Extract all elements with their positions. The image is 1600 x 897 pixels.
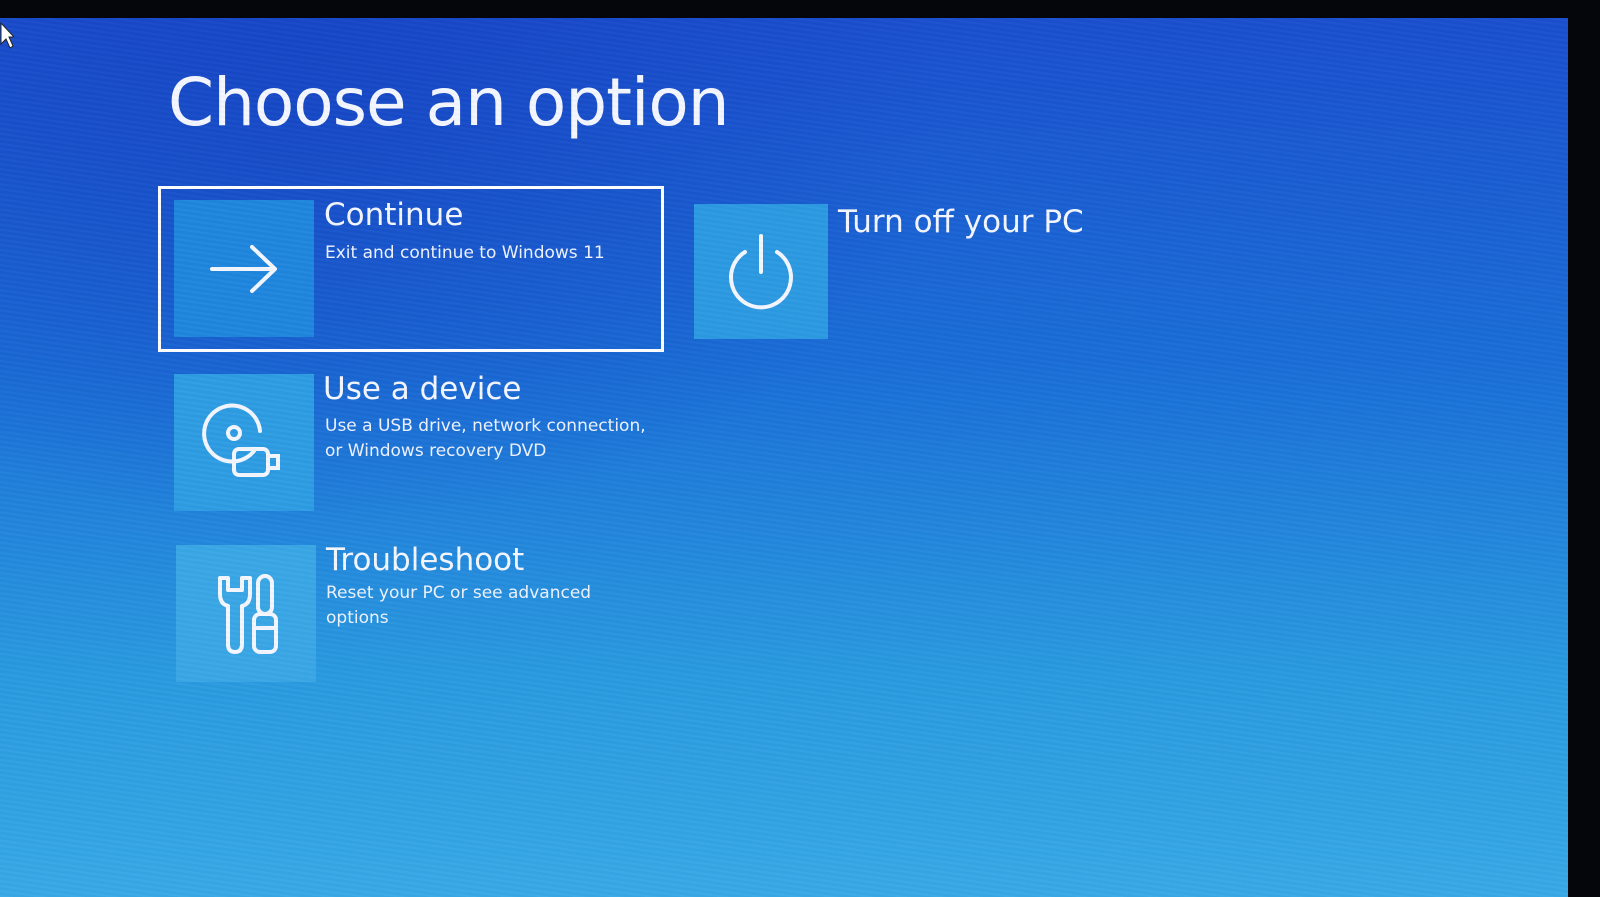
troubleshoot-tile	[176, 545, 316, 682]
use-device-description: Use a USB drive, network connection, or …	[325, 416, 646, 461]
continue-option[interactable]: Continue Exit and continue to Windows 11	[158, 186, 664, 352]
use-device-option[interactable]: Use a device Use a USB drive, network co…	[174, 371, 674, 511]
tools-icon	[218, 573, 278, 654]
continue-tile	[174, 200, 314, 337]
troubleshoot-title: Troubleshoot	[326, 542, 525, 578]
use-device-tile	[174, 374, 314, 511]
recovery-screen: Choose an option Continue Exit and conti…	[0, 18, 1568, 897]
continue-title: Continue	[324, 197, 464, 233]
power-icon	[729, 233, 793, 309]
usb-disc-icon	[202, 403, 280, 477]
troubleshoot-description: Reset your PC or see advanced options	[326, 583, 592, 628]
arrow-right-icon	[210, 244, 277, 293]
troubleshoot-option[interactable]: Troubleshoot Reset your PC or see advanc…	[176, 542, 676, 682]
turn-off-option[interactable]: Turn off your PC	[694, 204, 1094, 341]
turn-off-tile	[694, 204, 828, 339]
continue-description: Exit and continue to Windows 11	[325, 243, 605, 263]
turn-off-title: Turn off your PC	[838, 204, 1084, 240]
use-device-title: Use a device	[323, 371, 522, 407]
page-title: Choose an option	[168, 64, 730, 141]
mouse-pointer-icon	[0, 22, 14, 49]
